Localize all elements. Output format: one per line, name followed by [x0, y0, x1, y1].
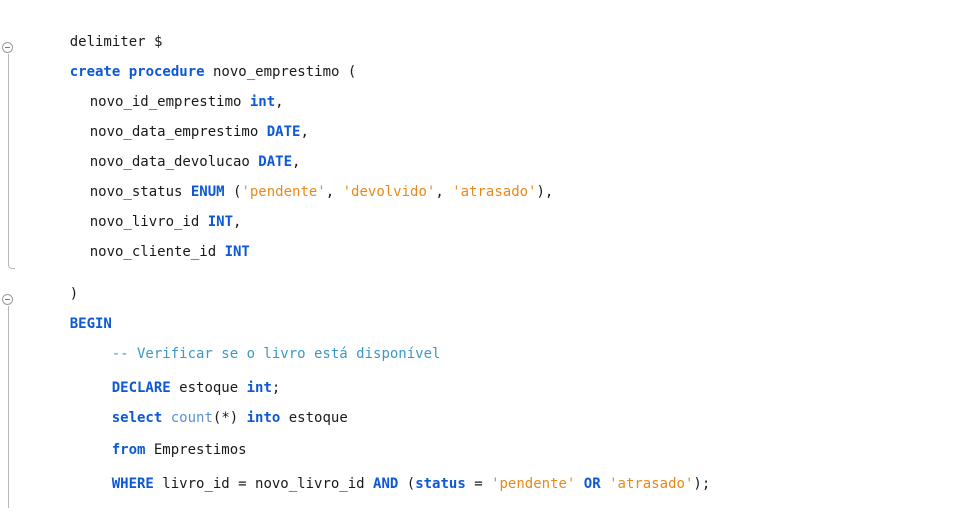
code-keyword: AND [373, 476, 399, 492]
code-line-15[interactable]: WHERE livro_id = novo_livro_id AND (stat… [78, 448, 711, 492]
code-text: ); [693, 476, 711, 492]
fold-guide-line [8, 54, 9, 264]
code-text: = [465, 476, 492, 492]
code-line-11[interactable]: -- Verificar se o livro está disponível [78, 318, 441, 362]
code-line-6[interactable]: novo_status ENUM ('pendente', 'devolvido… [56, 156, 554, 200]
code-line-5[interactable]: novo_data_devolucao DATE, [56, 126, 301, 170]
code-text: livro_id = novo_livro_id [153, 476, 374, 492]
code-line-4[interactable]: novo_data_emprestimo DATE, [56, 96, 309, 140]
code-line-10[interactable]: BEGIN [36, 288, 112, 332]
code-text: estoque [280, 410, 348, 426]
code-keyword: INT [224, 244, 250, 260]
code-line-14[interactable]: from Emprestimos [78, 414, 247, 458]
code-keyword: WHERE [111, 476, 154, 492]
code-string: 'pendente' [491, 476, 576, 492]
code-keyword: into [246, 410, 281, 426]
code-keyword: status [415, 476, 466, 492]
code-string: 'atrasado' [609, 476, 694, 492]
code-text: ), [536, 184, 554, 200]
code-keyword: OR [583, 476, 601, 492]
code-line-9[interactable]: ) [36, 258, 78, 302]
fold-collapse-icon[interactable] [2, 294, 13, 305]
code-line-7[interactable]: novo_livro_id INT, [56, 186, 242, 230]
code-text: ( [398, 476, 416, 492]
code-text: , [300, 124, 309, 140]
fold-guide-line [8, 306, 9, 508]
fold-collapse-icon[interactable] [2, 42, 13, 53]
code-string: 'devolvido' [342, 184, 436, 200]
code-string: 'atrasado' [452, 184, 537, 200]
code-text: , [435, 184, 453, 200]
fold-end-marker [8, 262, 15, 269]
code-line-2[interactable]: create procedure novo_emprestimo ( [36, 36, 357, 80]
code-string: 'pendente' [241, 184, 326, 200]
code-line-3[interactable]: novo_id_emprestimo int, [56, 66, 284, 110]
code-line-8[interactable]: novo_cliente_id INT [56, 216, 250, 260]
code-line-12[interactable]: DECLARE estoque int; [78, 352, 281, 396]
sql-code-editor[interactable]: delimiter $ create procedure novo_empres… [0, 0, 973, 508]
code-text: novo_cliente_id [89, 244, 225, 260]
code-line-1[interactable]: delimiter $ [36, 6, 163, 50]
code-line-13[interactable]: select count(*) into estoque [78, 382, 348, 426]
code-text: , [325, 184, 343, 200]
